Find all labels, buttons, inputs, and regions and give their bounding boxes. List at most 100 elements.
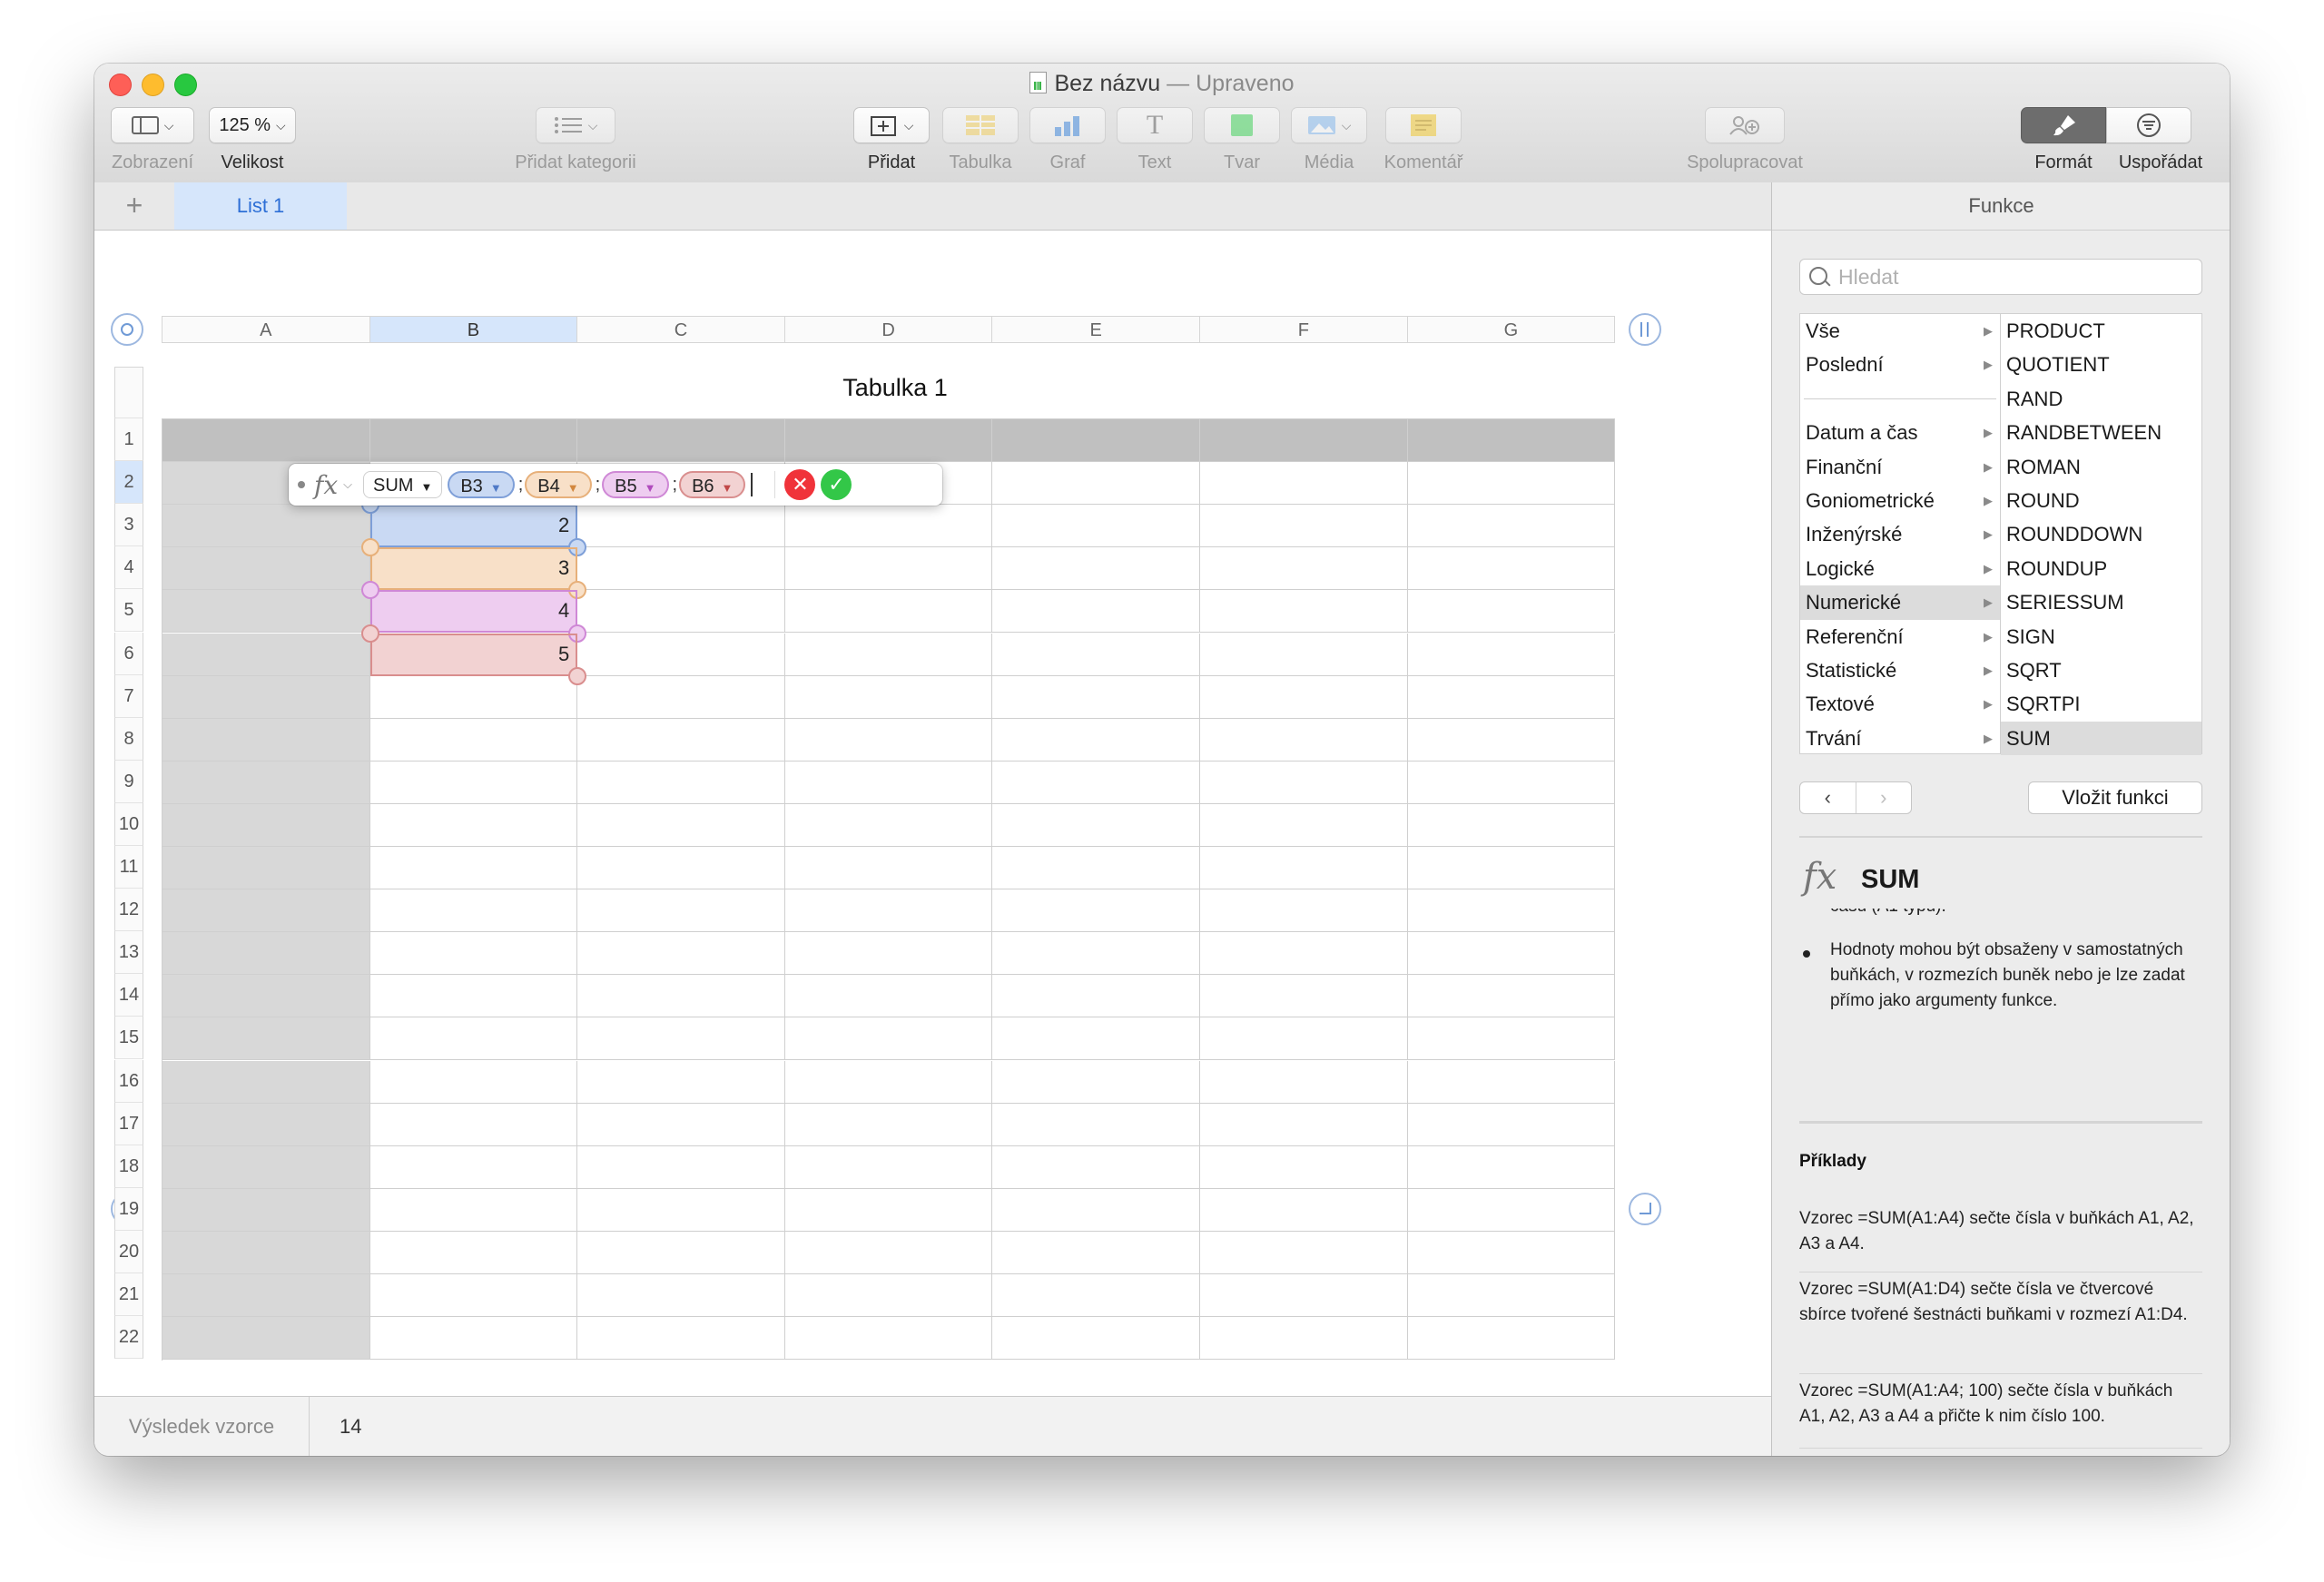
cell-d18[interactable] xyxy=(784,1145,993,1189)
category-item[interactable]: Textové ▶ xyxy=(1800,687,2000,721)
row-header-21[interactable]: 21 xyxy=(114,1273,143,1317)
shape-button[interactable] xyxy=(1204,107,1280,143)
cell-f2[interactable] xyxy=(1200,462,1408,506)
cell-g14[interactable] xyxy=(1407,975,1616,1018)
reference-resize-handle[interactable] xyxy=(568,666,587,685)
cell-g4[interactable] xyxy=(1407,547,1616,591)
row-header-1[interactable]: 1 xyxy=(114,418,143,462)
row-header-10[interactable]: 10 xyxy=(114,802,143,846)
cell-b17[interactable] xyxy=(369,1103,578,1146)
column-header-e[interactable]: E xyxy=(991,316,1200,343)
cell-g21[interactable] xyxy=(1407,1274,1616,1318)
column-header-d[interactable]: D xyxy=(783,316,993,343)
cell-d21[interactable] xyxy=(784,1274,993,1318)
cell-c18[interactable] xyxy=(577,1145,785,1189)
cell-g2[interactable] xyxy=(1407,462,1616,506)
cell-b12[interactable] xyxy=(369,889,578,933)
row-header-4[interactable]: 4 xyxy=(114,546,143,590)
function-item[interactable]: SQRT xyxy=(2001,653,2201,687)
cell-e5[interactable] xyxy=(992,590,1200,634)
function-item[interactable]: SIGN xyxy=(2001,620,2201,653)
cell-e12[interactable] xyxy=(992,889,1200,933)
row-header-7[interactable]: 7 xyxy=(114,674,143,718)
cell-c17[interactable] xyxy=(577,1103,785,1146)
function-token[interactable]: SUM ▼ xyxy=(363,471,443,498)
category-item[interactable]: Vše ▶ xyxy=(1800,314,2000,348)
cell-a14[interactable] xyxy=(162,975,370,1018)
cell-b14[interactable] xyxy=(369,975,578,1018)
cell-f9[interactable] xyxy=(1200,761,1408,804)
cell-d15[interactable] xyxy=(784,1017,993,1061)
cell-g11[interactable] xyxy=(1407,847,1616,890)
table-button[interactable] xyxy=(942,107,1019,143)
cell-f21[interactable] xyxy=(1200,1274,1408,1318)
cell-g5[interactable] xyxy=(1407,590,1616,634)
cell-e11[interactable] xyxy=(992,847,1200,890)
cell-e8[interactable] xyxy=(992,718,1200,762)
chart-button[interactable] xyxy=(1029,107,1106,143)
cell-d5[interactable] xyxy=(784,590,993,634)
cell-d4[interactable] xyxy=(784,547,993,591)
argument-token-b5[interactable]: B5 ▼ xyxy=(602,471,669,498)
cell-b21[interactable] xyxy=(369,1274,578,1318)
row-header-2[interactable]: 2 xyxy=(114,461,143,505)
cell-a11[interactable] xyxy=(162,847,370,890)
cell-b11[interactable] xyxy=(369,847,578,890)
cell-c14[interactable] xyxy=(577,975,785,1018)
cell-e18[interactable] xyxy=(992,1145,1200,1189)
function-item[interactable]: RAND xyxy=(2001,382,2201,416)
cell-c8[interactable] xyxy=(577,718,785,762)
function-item[interactable]: ROUNDDOWN xyxy=(2001,517,2201,551)
cell-a9[interactable] xyxy=(162,761,370,804)
cell-g16[interactable] xyxy=(1407,1060,1616,1104)
cell-e19[interactable] xyxy=(992,1188,1200,1232)
cell-f7[interactable] xyxy=(1200,675,1408,719)
cell-d19[interactable] xyxy=(784,1188,993,1232)
row-header-5[interactable]: 5 xyxy=(114,589,143,633)
cell-d9[interactable] xyxy=(784,761,993,804)
cell-b18[interactable] xyxy=(369,1145,578,1189)
cell-e10[interactable] xyxy=(992,803,1200,847)
category-item[interactable]: Numerické ▶ xyxy=(1800,585,2000,620)
cell-e6[interactable] xyxy=(992,633,1200,676)
add-sheet-button[interactable]: + xyxy=(94,182,174,230)
cell-b10[interactable] xyxy=(369,803,578,847)
cell-e21[interactable] xyxy=(992,1274,1200,1318)
cell-d12[interactable] xyxy=(784,889,993,933)
cancel-formula-button[interactable]: ✕ xyxy=(784,469,816,500)
argument-token-b6[interactable]: B6 ▼ xyxy=(679,471,746,498)
function-item[interactable]: RANDBETWEEN xyxy=(2001,416,2201,449)
category-item[interactable]: Logické ▶ xyxy=(1800,552,2000,585)
function-item[interactable]: ROUNDUP xyxy=(2001,552,2201,585)
media-button[interactable]: ⌵ xyxy=(1291,107,1367,143)
row-header-19[interactable]: 19 xyxy=(114,1187,143,1231)
function-item[interactable]: SUM xyxy=(2001,721,2201,756)
cell-f5[interactable] xyxy=(1200,590,1408,634)
cell-d7[interactable] xyxy=(784,675,993,719)
comment-button[interactable] xyxy=(1385,107,1462,143)
cell-g19[interactable] xyxy=(1407,1188,1616,1232)
row-header-8[interactable]: 8 xyxy=(114,717,143,761)
function-item[interactable]: SQRTPI xyxy=(2001,687,2201,721)
cell-d20[interactable] xyxy=(784,1231,993,1274)
cell-c7[interactable] xyxy=(577,675,785,719)
cell-d11[interactable] xyxy=(784,847,993,890)
cell-d13[interactable] xyxy=(784,932,993,976)
cell-d8[interactable] xyxy=(784,718,993,762)
cell-a5[interactable] xyxy=(162,590,370,634)
row-header-16[interactable]: 16 xyxy=(114,1059,143,1103)
reference-resize-handle[interactable] xyxy=(360,538,379,557)
cell-d6[interactable] xyxy=(784,633,993,676)
cell-e1[interactable] xyxy=(992,419,1200,463)
cell-a18[interactable] xyxy=(162,1145,370,1189)
cell-d17[interactable] xyxy=(784,1103,993,1146)
cell-f15[interactable] xyxy=(1200,1017,1408,1061)
cell-a4[interactable] xyxy=(162,547,370,591)
cell-g7[interactable] xyxy=(1407,675,1616,719)
cell-a20[interactable] xyxy=(162,1231,370,1274)
insert-function-button[interactable]: Vložit funkci xyxy=(2028,781,2202,814)
cell-f22[interactable] xyxy=(1200,1317,1408,1361)
view-button[interactable]: ⌵ xyxy=(111,107,194,143)
cell-g13[interactable] xyxy=(1407,932,1616,976)
cell-e9[interactable] xyxy=(992,761,1200,804)
